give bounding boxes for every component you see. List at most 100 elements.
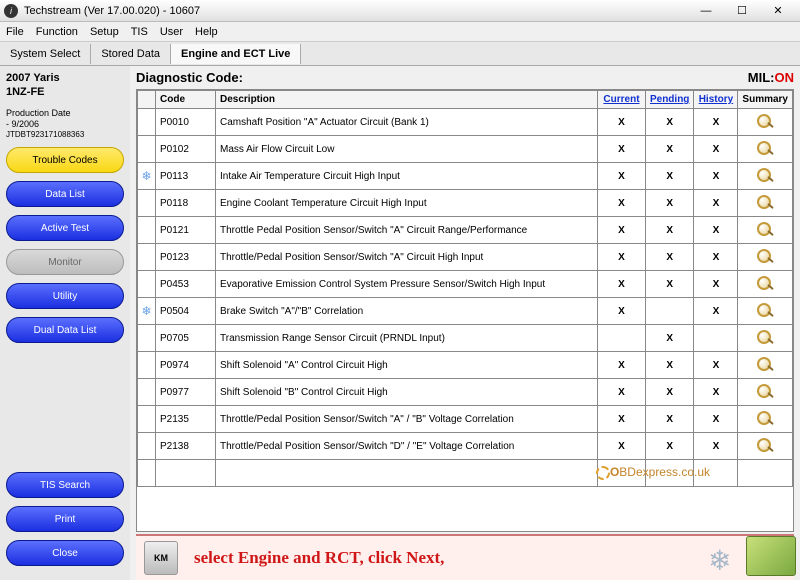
cell-code: P0123 (156, 244, 216, 271)
magnifier-icon[interactable] (755, 330, 775, 344)
menu-tis[interactable]: TIS (131, 26, 148, 38)
col-code[interactable]: Code (156, 91, 216, 109)
cell-summary[interactable] (738, 136, 793, 163)
print-button[interactable]: Print (6, 506, 124, 532)
freeze-frame-icon: ❄ (138, 298, 156, 325)
cell-description: Brake Switch "A"/"B" Correlation (216, 298, 598, 325)
magnifier-icon[interactable] (755, 114, 775, 128)
cell-code: P2138 (156, 433, 216, 460)
table-row[interactable]: P0118Engine Coolant Temperature Circuit … (138, 190, 793, 217)
cell-summary[interactable] (738, 163, 793, 190)
magnifier-icon[interactable] (755, 357, 775, 371)
tis-search-button[interactable]: TIS Search (6, 472, 124, 498)
menu-setup[interactable]: Setup (90, 26, 119, 38)
table-row[interactable] (138, 460, 793, 487)
table-row[interactable]: P0102Mass Air Flow Circuit LowXXX (138, 136, 793, 163)
col-pending[interactable]: Pending (645, 91, 693, 109)
cell-summary[interactable] (738, 271, 793, 298)
magnifier-icon[interactable] (755, 249, 775, 263)
cell-current: X (597, 271, 645, 298)
cell-code: P2135 (156, 406, 216, 433)
data-list-button[interactable]: Data List (6, 181, 124, 207)
cell-description: Throttle/Pedal Position Sensor/Switch "A… (216, 406, 598, 433)
cell-code: P0121 (156, 217, 216, 244)
magnifier-icon[interactable] (755, 168, 775, 182)
dtc-table: Code Description Current Pending History… (137, 90, 793, 487)
close-button[interactable]: Close (6, 540, 124, 566)
menu-function[interactable]: Function (36, 26, 78, 38)
menu-file[interactable]: File (6, 26, 24, 38)
close-window-button[interactable]: ✕ (760, 1, 796, 21)
magnifier-icon[interactable] (755, 438, 775, 452)
menu-help[interactable]: Help (195, 26, 218, 38)
table-row[interactable]: P0705Transmission Range Sensor Circuit (… (138, 325, 793, 352)
magnifier-icon[interactable] (755, 384, 775, 398)
cell-history: X (694, 271, 738, 298)
cell-description: Mass Air Flow Circuit Low (216, 136, 598, 163)
cell-summary[interactable] (738, 109, 793, 136)
utility-button[interactable]: Utility (6, 283, 124, 309)
table-row[interactable]: ❄P0504Brake Switch "A"/"B" CorrelationXX (138, 298, 793, 325)
tab-system-select[interactable]: System Select (0, 44, 91, 64)
cell-pending: X (645, 379, 693, 406)
magnifier-icon[interactable] (755, 411, 775, 425)
cell-pending (645, 460, 693, 487)
table-row[interactable]: P0974Shift Solenoid "A" Control Circuit … (138, 352, 793, 379)
col-history[interactable]: History (694, 91, 738, 109)
cell-summary[interactable] (738, 190, 793, 217)
tab-strip: System Select Stored Data Engine and ECT… (0, 42, 800, 66)
dual-data-list-button[interactable]: Dual Data List (6, 317, 124, 343)
cell-pending: X (645, 244, 693, 271)
cell-summary[interactable] (738, 460, 793, 487)
cell-code: P0102 (156, 136, 216, 163)
table-row[interactable]: P0121Throttle Pedal Position Sensor/Swit… (138, 217, 793, 244)
cell-summary[interactable] (738, 298, 793, 325)
tab-stored-data[interactable]: Stored Data (91, 44, 171, 64)
cell-description: Shift Solenoid "A" Control Circuit High (216, 352, 598, 379)
freeze-frame-icon (138, 379, 156, 406)
cell-summary[interactable] (738, 433, 793, 460)
cell-summary[interactable] (738, 244, 793, 271)
table-row[interactable]: P2135Throttle/Pedal Position Sensor/Swit… (138, 406, 793, 433)
cell-history: X (694, 136, 738, 163)
cell-summary[interactable] (738, 325, 793, 352)
freeze-frame-icon (138, 352, 156, 379)
monitor-button[interactable]: Monitor (6, 249, 124, 275)
trouble-codes-button[interactable]: Trouble Codes (6, 147, 124, 173)
cell-summary[interactable] (738, 406, 793, 433)
magnifier-icon[interactable] (755, 276, 775, 290)
mil-label: MIL: (748, 70, 775, 85)
cell-history: X (694, 109, 738, 136)
cell-pending: X (645, 325, 693, 352)
cell-history: X (694, 406, 738, 433)
vehicle-engine: 1NZ-FE (6, 86, 124, 98)
active-test-button[interactable]: Active Test (6, 215, 124, 241)
table-row[interactable]: P0010Camshaft Position "A" Actuator Circ… (138, 109, 793, 136)
cell-summary[interactable] (738, 217, 793, 244)
magnifier-icon[interactable] (755, 195, 775, 209)
cell-description: Transmission Range Sensor Circuit (PRNDL… (216, 325, 598, 352)
table-row[interactable]: P0977Shift Solenoid "B" Control Circuit … (138, 379, 793, 406)
menu-user[interactable]: User (160, 26, 183, 38)
freeze-frame-icon (138, 325, 156, 352)
col-current[interactable]: Current (597, 91, 645, 109)
table-row[interactable]: P0453Evaporative Emission Control System… (138, 271, 793, 298)
table-row[interactable]: ❄P0113Intake Air Temperature Circuit Hig… (138, 163, 793, 190)
col-description[interactable]: Description (216, 91, 598, 109)
cell-summary[interactable] (738, 352, 793, 379)
freeze-frame-icon (138, 271, 156, 298)
minimize-button[interactable]: — (688, 1, 724, 21)
table-row[interactable]: P0123Throttle/Pedal Position Sensor/Swit… (138, 244, 793, 271)
diagnostic-heading: Diagnostic Code: (136, 70, 243, 85)
magnifier-icon[interactable] (755, 141, 775, 155)
cell-pending: X (645, 352, 693, 379)
freeze-frame-icon (138, 190, 156, 217)
maximize-button[interactable]: ☐ (724, 1, 760, 21)
corner-button[interactable] (746, 536, 796, 576)
dtc-table-container[interactable]: Code Description Current Pending History… (136, 89, 794, 532)
table-row[interactable]: P2138Throttle/Pedal Position Sensor/Swit… (138, 433, 793, 460)
magnifier-icon[interactable] (755, 303, 775, 317)
magnifier-icon[interactable] (755, 222, 775, 236)
cell-summary[interactable] (738, 379, 793, 406)
tab-engine-ect-live[interactable]: Engine and ECT Live (171, 44, 301, 64)
